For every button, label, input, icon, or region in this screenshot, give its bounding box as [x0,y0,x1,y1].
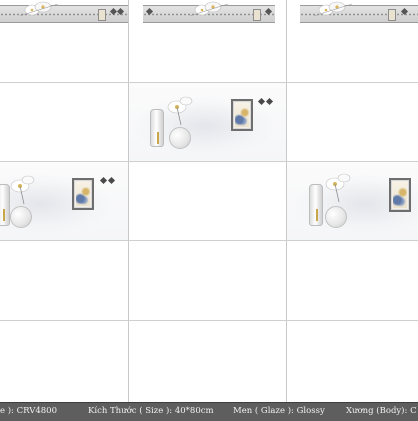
grout-line [0,320,418,321]
vase-icon [325,206,347,228]
flower-spray-icon [313,1,353,17]
grout-line [0,82,418,83]
product-glaze-label: Men ( Glaze ): Glossy [233,406,325,416]
tile-r5-c3 [287,321,418,402]
flower-spray-icon [19,1,59,17]
product-body-label: Xương (Body): C [346,406,417,416]
tile-r2-c1 [0,83,128,161]
tile-r5-c1 [0,321,128,402]
grout-line [128,0,129,402]
decor-scene-left [0,162,128,240]
diamond-ornament-icon [99,176,108,185]
product-info-bar: e ): CRV4800 Kích Thước ( Size ): 40*80c… [0,402,418,421]
tile-r4-c1 [0,241,128,320]
picture-frame-icon [231,99,253,131]
tile-wall-preview [0,0,418,402]
flower-spray-icon [167,96,193,126]
tile-r4-c3 [287,241,418,320]
flower-spray-icon [10,175,35,205]
picture-frame-icon [72,178,94,210]
decor-scene-right [287,162,418,240]
product-size-label: Kích Thước ( Size ): 40*80cm [88,406,214,416]
picture-frame-icon [389,178,411,212]
flower-spray-icon [189,1,229,17]
vase-icon [10,206,32,228]
flower-spray-icon [325,173,351,203]
tile-r2-c3 [287,83,418,161]
diamond-ornament-icon [107,176,116,185]
diamond-ornament-icon [265,97,274,106]
decor-scene-center [129,83,286,161]
vase-icon [150,109,164,147]
grout-line [0,240,418,241]
picture-frame-icon [388,9,396,21]
picture-frame-icon [253,9,261,21]
diamond-ornament-icon [257,97,266,106]
vase-icon [309,184,323,226]
grout-line [0,161,418,162]
grout-line [286,0,287,402]
product-code-label: e ): CRV4800 [0,406,57,416]
tile-r4-c2 [129,241,286,320]
vase-icon [169,127,191,149]
picture-frame-icon [98,9,106,21]
tile-r5-c2 [129,321,286,402]
vase-icon [0,184,10,226]
tile-r3-c2 [129,162,286,240]
